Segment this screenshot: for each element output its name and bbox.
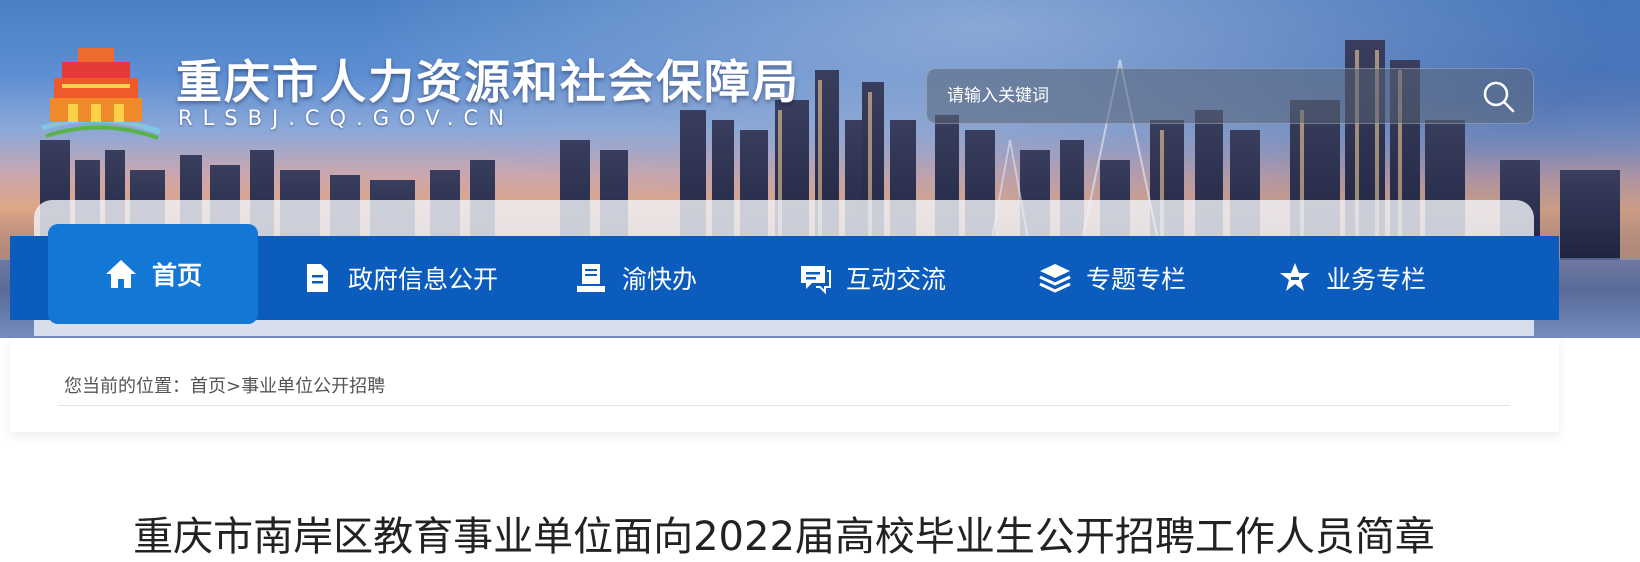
layers-icon <box>1039 264 1071 293</box>
search-icon[interactable] <box>1481 79 1517 115</box>
site-title: 重庆市人力资源和社会保障局 <box>176 55 800 109</box>
breadcrumb-divider <box>58 405 1510 406</box>
nav-item-interaction[interactable]: 互动交流 <box>798 236 946 320</box>
home-icon <box>105 260 136 288</box>
nav-item-label: 首页 <box>151 261 202 290</box>
nav-item-business[interactable]: 业务专栏 <box>1278 236 1426 320</box>
document-icon <box>307 264 328 292</box>
breadcrumb-card: 您当前的位置：首页>事业单位公开招聘 <box>10 338 1559 432</box>
star-hand-icon <box>1280 263 1310 291</box>
nav-item-special-topics[interactable]: 专题专栏 <box>1038 236 1186 320</box>
nav-item-label: 渝快办 <box>622 265 698 294</box>
search-input[interactable] <box>927 69 1467 123</box>
nav-item-label: 业务专栏 <box>1326 265 1427 294</box>
breadcrumb: 您当前的位置：首页>事业单位公开招聘 <box>64 372 385 398</box>
article-title: 重庆市南岸区教育事业单位面向2022届高校毕业生公开招聘工作人员简章 <box>133 514 1435 560</box>
breadcrumb-prefix: 您当前的位置： <box>64 376 190 397</box>
breadcrumb-current-link[interactable]: 事业单位公开招聘 <box>241 376 385 397</box>
breadcrumb-separator: > <box>226 376 242 397</box>
site-domain: RLSBJ.CQ.GOV.CN <box>178 106 514 130</box>
nav-item-label: 专题专栏 <box>1086 265 1187 294</box>
nav-item-label: 互动交流 <box>846 265 947 294</box>
nav-item-home[interactable]: 首页 <box>48 224 258 324</box>
service-desk-icon <box>577 264 605 292</box>
breadcrumb-home-link[interactable]: 首页 <box>190 376 226 397</box>
search-box <box>926 68 1534 124</box>
chat-icon <box>801 266 831 295</box>
nav-item-label: 政府信息公开 <box>348 265 499 294</box>
nav-item-yukuaiban[interactable]: 渝快办 <box>574 236 697 320</box>
tiananmen-gate-logo-icon <box>41 48 161 140</box>
nav-item-gov-info[interactable]: 政府信息公开 <box>300 236 498 320</box>
